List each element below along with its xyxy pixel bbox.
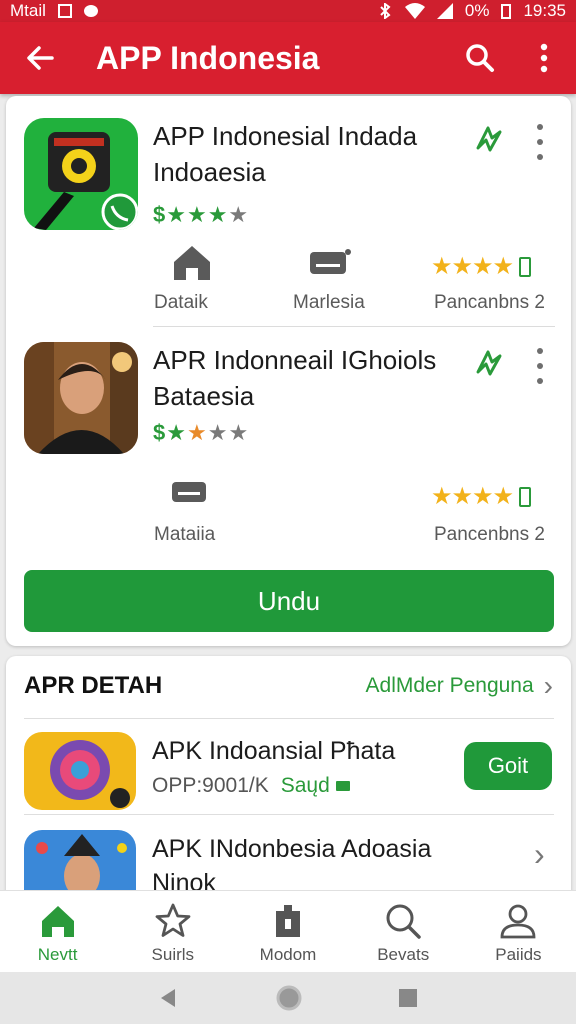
wifi-icon	[404, 3, 425, 19]
more-vert-icon	[540, 43, 548, 73]
search-icon	[386, 904, 421, 939]
app-rating: $★★★★	[153, 202, 250, 227]
app-bar: APP Indonesia	[0, 22, 576, 94]
row-title: APK INdonbesia Adoasia Ninok	[152, 835, 432, 896]
meta-label: Mataiia	[154, 524, 216, 545]
person-icon	[501, 904, 536, 939]
back-triangle-icon[interactable]	[157, 986, 181, 1010]
recents-square-icon[interactable]	[397, 987, 419, 1009]
section-link[interactable]: AdlMder Penguna ›	[366, 670, 553, 701]
battery-percent: 0%	[464, 1, 490, 20]
score-label: Pancenbns 2	[434, 524, 545, 545]
status-time: 19:35	[523, 1, 566, 20]
router-icon	[172, 482, 206, 502]
page-title: APP Indonesia	[96, 39, 320, 76]
app-rating: $★★★★	[153, 420, 250, 445]
download-button[interactable]: Undu	[24, 570, 554, 632]
score-label: Pancanbns 2	[434, 292, 545, 313]
app-name: APP Indonesial Indada Indoaesia	[153, 121, 418, 187]
app-icon	[24, 830, 136, 896]
app-icon	[24, 118, 138, 230]
bottom-navigation: Nevtt Suirls Modom Bevats Paiids	[0, 890, 576, 972]
saved-badge: Saųd	[281, 774, 350, 798]
system-navigation-bar	[0, 972, 576, 1024]
nav-tab-file[interactable]: Modom	[230, 891, 345, 972]
arrow-back-icon	[27, 46, 54, 70]
home-circle-icon[interactable]	[275, 984, 303, 1012]
app-menu-button[interactable]	[532, 124, 548, 160]
install-icon[interactable]	[472, 346, 504, 378]
meta-label: Marlesia	[293, 292, 365, 313]
app-menu-button[interactable]	[532, 348, 548, 384]
row-subtitle: OPP:9001/K Saųd	[152, 774, 350, 798]
row-title: APK Indoansial Pħata	[152, 737, 396, 765]
details-section: APR DETAH AdlMder Penguna › APK Indoansi…	[6, 656, 571, 896]
meta-label: Dataik	[154, 292, 208, 313]
divider	[24, 814, 554, 815]
get-button[interactable]: Goit	[464, 742, 552, 790]
overflow-menu-button[interactable]	[512, 22, 576, 94]
battery-icon	[519, 256, 532, 277]
file-icon	[276, 905, 300, 937]
section-title: APR DETAH	[24, 672, 163, 699]
router-icon	[310, 249, 351, 274]
score-stars: ★★★★	[431, 482, 532, 511]
home-icon	[41, 906, 74, 937]
lock-icon	[335, 781, 350, 791]
install-icon[interactable]	[472, 122, 504, 154]
back-button[interactable]	[0, 22, 80, 94]
app-name: APR Indonneail IGhoiols Bataesia	[153, 345, 437, 411]
signal-icon	[436, 3, 453, 19]
bluetooth-icon	[380, 3, 391, 19]
divider	[153, 326, 555, 327]
search-button[interactable]	[448, 22, 512, 94]
score-stars: ★★★★	[431, 252, 532, 281]
app-icon	[24, 732, 136, 810]
status-bar: Mtail 0% 19:35	[0, 0, 576, 22]
nav-tab-home[interactable]: Nevtt	[0, 891, 115, 972]
battery-icon	[501, 4, 512, 19]
price-label: $	[153, 202, 167, 227]
home-icon	[174, 246, 210, 280]
chevron-right-icon[interactable]: ›	[534, 836, 545, 873]
nav-tab-profile[interactable]: Paiids	[461, 891, 576, 972]
search-icon	[466, 44, 494, 72]
nav-tab-search[interactable]: Bevats	[346, 891, 461, 972]
star-icon	[155, 903, 191, 937]
app-icon	[24, 342, 138, 454]
app-notification-icon	[83, 5, 98, 17]
status-carrier: Mtail	[10, 1, 46, 20]
battery-icon	[519, 486, 532, 507]
nav-tab-star[interactable]: Suirls	[115, 891, 230, 972]
divider	[24, 718, 554, 719]
chevron-right-icon: ›	[543, 670, 553, 701]
featured-apps-card: APP Indonesial Indada Indoaesia $★★★★ Da…	[6, 96, 571, 646]
notification-icon	[57, 4, 72, 18]
price-label: $	[153, 420, 167, 445]
